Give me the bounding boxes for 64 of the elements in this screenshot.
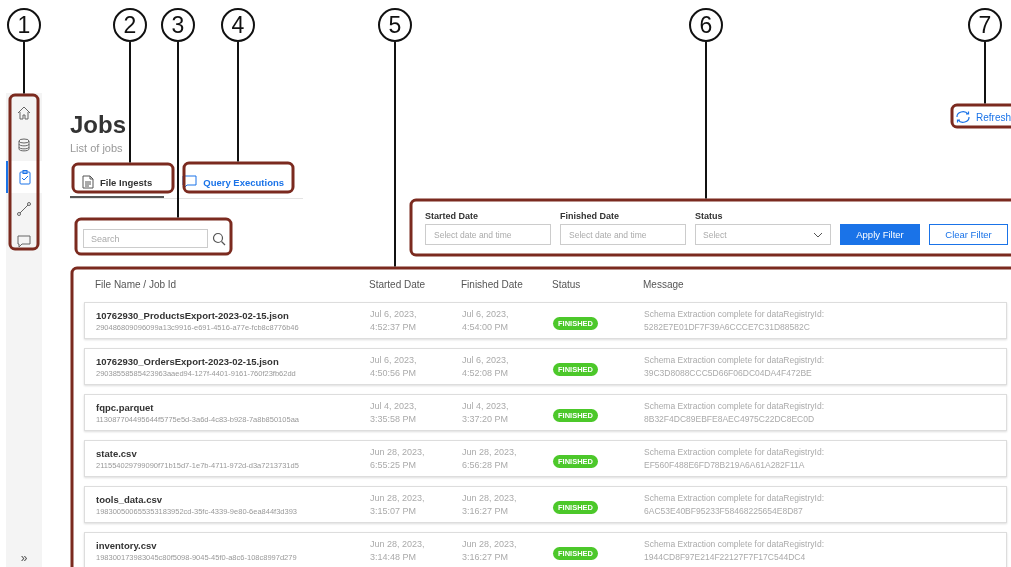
filter-label: Finished Date: [560, 211, 620, 221]
finished-date: Jun 28, 2023, 3:16:27 PM: [462, 491, 518, 518]
column-header: Message: [643, 279, 685, 290]
search-field[interactable]: Search: [83, 229, 208, 248]
file-name: 10762930_ProductsExport-2023-02-15.json: [96, 309, 290, 321]
connection-icon: [16, 201, 32, 217]
callout-number: 1: [7, 8, 41, 42]
callout-number: 4: [221, 8, 255, 42]
column-header: File Name / Job Id: [95, 279, 178, 290]
message-text: Schema Extraction complete for dataRegistryId: 8B32F4DC89EBFE8AEC4975C22DC8EC0D: [644, 399, 825, 426]
column-header: Finished Date: [461, 279, 524, 290]
tab[interactable]: File Ingests: [70, 170, 165, 198]
search-icon[interactable]: [212, 231, 226, 246]
message-text: Schema Extraction complete for dataRegistryId: 1944CD8F97E214F22127F7F17C544DC4: [644, 537, 825, 564]
date-field[interactable]: Select date and time: [560, 224, 686, 245]
clipboard-icon: [17, 169, 33, 185]
callout-number: 3: [161, 8, 195, 42]
callout-number: 2: [113, 8, 147, 42]
file-name: tools_data.csv: [96, 493, 163, 505]
leader-line: [984, 41, 986, 105]
page-subtitle: List of jobs: [70, 142, 124, 154]
database-icon: [16, 137, 32, 153]
refresh-icon: [955, 110, 971, 124]
clear-filter-button[interactable]: Clear Filter: [929, 224, 1008, 245]
finished-date: Jul 6, 2023, 4:52:08 PM: [462, 353, 510, 380]
finished-date: Jun 28, 2023, 3:16:27 PM: [462, 537, 518, 564]
refresh-button[interactable]: Refresh: [951, 108, 1011, 126]
message-text: Schema Extraction complete for dataRegistryId: EF560F488E6FD78B219A6A61A282F11A: [644, 445, 825, 472]
callout-number: 6: [689, 8, 723, 42]
leader-line: [23, 41, 25, 95]
expand-button[interactable]: »: [20, 551, 28, 567]
chevron-down-icon: [813, 231, 823, 238]
message-text: Schema Extraction complete for dataRegistryId: 39C3D8088CCC5D66F06DC04DA4F472BE: [644, 353, 825, 380]
message-text: Schema Extraction complete for dataRegistryId: 6AC53E40BF95233F58468225654E8D87: [644, 491, 825, 518]
finished-date: Jul 6, 2023, 4:54:00 PM: [462, 307, 510, 334]
started-date: Jul 6, 2023, 4:50:56 PM: [370, 353, 418, 380]
finished-date: Jul 4, 2023, 3:37:20 PM: [462, 399, 510, 426]
message-text: Schema Extraction complete for dataRegistryId: 5282E7E01DF7F39A6CCCE7C31D88582C: [644, 307, 825, 334]
file-name: fqpc.parquet: [96, 401, 155, 413]
date-field[interactable]: Select date and time: [425, 224, 551, 245]
file-name: inventory.csv: [96, 539, 158, 551]
page-title: Jobs: [70, 111, 126, 139]
filter-label: Status: [695, 211, 724, 221]
started-date: Jun 28, 2023, 3:14:48 PM: [370, 537, 426, 564]
column-header: Started Date: [369, 279, 427, 290]
started-date: Jul 6, 2023, 4:52:37 PM: [370, 307, 418, 334]
document-icon: [82, 175, 94, 189]
callout-number: 5: [378, 8, 412, 42]
started-date: Jul 4, 2023, 3:35:58 PM: [370, 399, 418, 426]
file-name: 10762930_OrdersExport-2023-02-15.json: [96, 355, 280, 367]
column-header: Status: [552, 279, 582, 290]
apply-filter-button[interactable]: Apply Filter: [840, 224, 920, 245]
filter-label: Started Date: [425, 211, 479, 221]
started-date: Jun 28, 2023, 6:55:25 PM: [370, 445, 426, 472]
finished-date: Jun 28, 2023, 6:56:28 PM: [462, 445, 518, 472]
chat-icon: [16, 233, 32, 249]
chat-icon: [182, 175, 198, 189]
tab[interactable]: Query Executions: [170, 170, 297, 198]
status-select[interactable]: Select: [695, 224, 831, 245]
file-name: state.csv: [96, 447, 138, 459]
callout-frame: [950, 103, 1011, 129]
callout-number: 7: [968, 8, 1002, 42]
home-icon: [16, 105, 32, 121]
started-date: Jun 28, 2023, 3:15:07 PM: [370, 491, 426, 518]
